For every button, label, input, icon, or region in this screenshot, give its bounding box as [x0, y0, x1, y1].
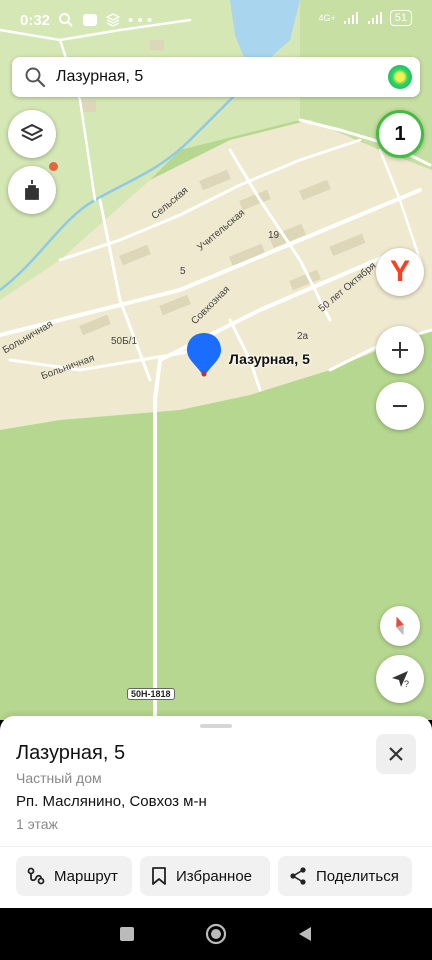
more-notifications-icon: • • • — [128, 11, 153, 29]
counter-button[interactable]: 1 — [376, 110, 424, 158]
search-icon — [25, 67, 46, 88]
plus-icon — [392, 342, 408, 358]
bookmark-icon — [152, 867, 166, 885]
route-icon — [27, 867, 45, 885]
compass-icon — [396, 616, 404, 636]
place-title: Лазурная, 5 — [16, 742, 126, 764]
battery-indicator: 51 — [389, 10, 412, 26]
highway-badge: 50Н-1818 — [127, 688, 175, 700]
landmark-icon — [25, 180, 39, 200]
location-pin-icon[interactable] — [185, 331, 223, 379]
close-icon — [389, 747, 403, 761]
navigation-arrow-icon: ? — [392, 671, 409, 689]
place-type: Частный дом — [16, 770, 102, 786]
poi-button[interactable] — [8, 162, 58, 214]
sheet-grabber[interactable] — [200, 724, 232, 728]
favorites-label: Избранное — [176, 867, 253, 885]
layers-button[interactable] — [8, 110, 56, 158]
system-navigation-bar — [0, 908, 432, 960]
svg-text:?: ? — [404, 679, 409, 689]
app-notification-icon — [83, 14, 98, 26]
signal-icon — [343, 12, 358, 24]
house-number-5: 5 — [180, 266, 186, 277]
house-number-2a: 2а — [297, 331, 309, 342]
back-icon[interactable] — [297, 925, 313, 943]
search-notification-icon — [59, 13, 73, 27]
home-icon[interactable] — [205, 923, 227, 945]
place-card: Лазурная, 5 Частный дом Рп. Маслянино, С… — [0, 716, 432, 908]
place-address: Рп. Маслянино, Совхоз м-н — [16, 793, 207, 810]
recents-icon[interactable] — [119, 926, 135, 942]
action-buttons: Маршрут Избранное Поделиться — [16, 856, 412, 896]
layers-icon — [21, 124, 43, 141]
yandex-logo-icon: Y — [389, 255, 410, 288]
pin-label: Лазурная, 5 — [229, 351, 310, 367]
yandex-button[interactable]: Y — [376, 248, 424, 296]
screen: Сельская Учительская Совхозная Больнична… — [0, 0, 432, 908]
search-query[interactable]: Лазурная, 5 — [56, 68, 388, 86]
network-type: 4G+ — [318, 13, 336, 23]
divider — [0, 846, 432, 847]
close-button[interactable] — [376, 734, 416, 774]
route-button[interactable]: Маршрут — [16, 856, 132, 896]
signal-icon-2 — [367, 12, 382, 24]
favorites-button[interactable]: Избранное — [140, 856, 270, 896]
search-bar[interactable]: Лазурная, 5 — [12, 57, 420, 97]
share-button[interactable]: Поделиться — [278, 856, 412, 896]
status-bar: 0:32 • • • 4G+ 51 — [0, 0, 432, 40]
route-label: Маршрут — [54, 867, 118, 885]
compass-button[interactable] — [380, 606, 420, 646]
minus-icon — [393, 405, 407, 407]
status-notification-icons: • • • — [58, 12, 152, 29]
status-right: 4G+ 51 — [318, 10, 412, 26]
my-location-button[interactable]: ? — [376, 655, 424, 703]
zoom-out-button[interactable] — [376, 382, 424, 430]
alice-voice-icon[interactable] — [388, 65, 412, 89]
place-floors: 1 этаж — [16, 816, 58, 832]
road-label-50b1: 50Б/1 — [111, 336, 138, 347]
house-number-19: 19 — [268, 230, 280, 241]
zoom-in-button[interactable] — [376, 326, 424, 374]
layers-notification-icon — [106, 13, 121, 27]
share-label: Поделиться — [316, 867, 399, 885]
notification-dot — [49, 162, 58, 171]
status-time: 0:32 — [20, 11, 51, 29]
share-icon — [290, 867, 306, 885]
